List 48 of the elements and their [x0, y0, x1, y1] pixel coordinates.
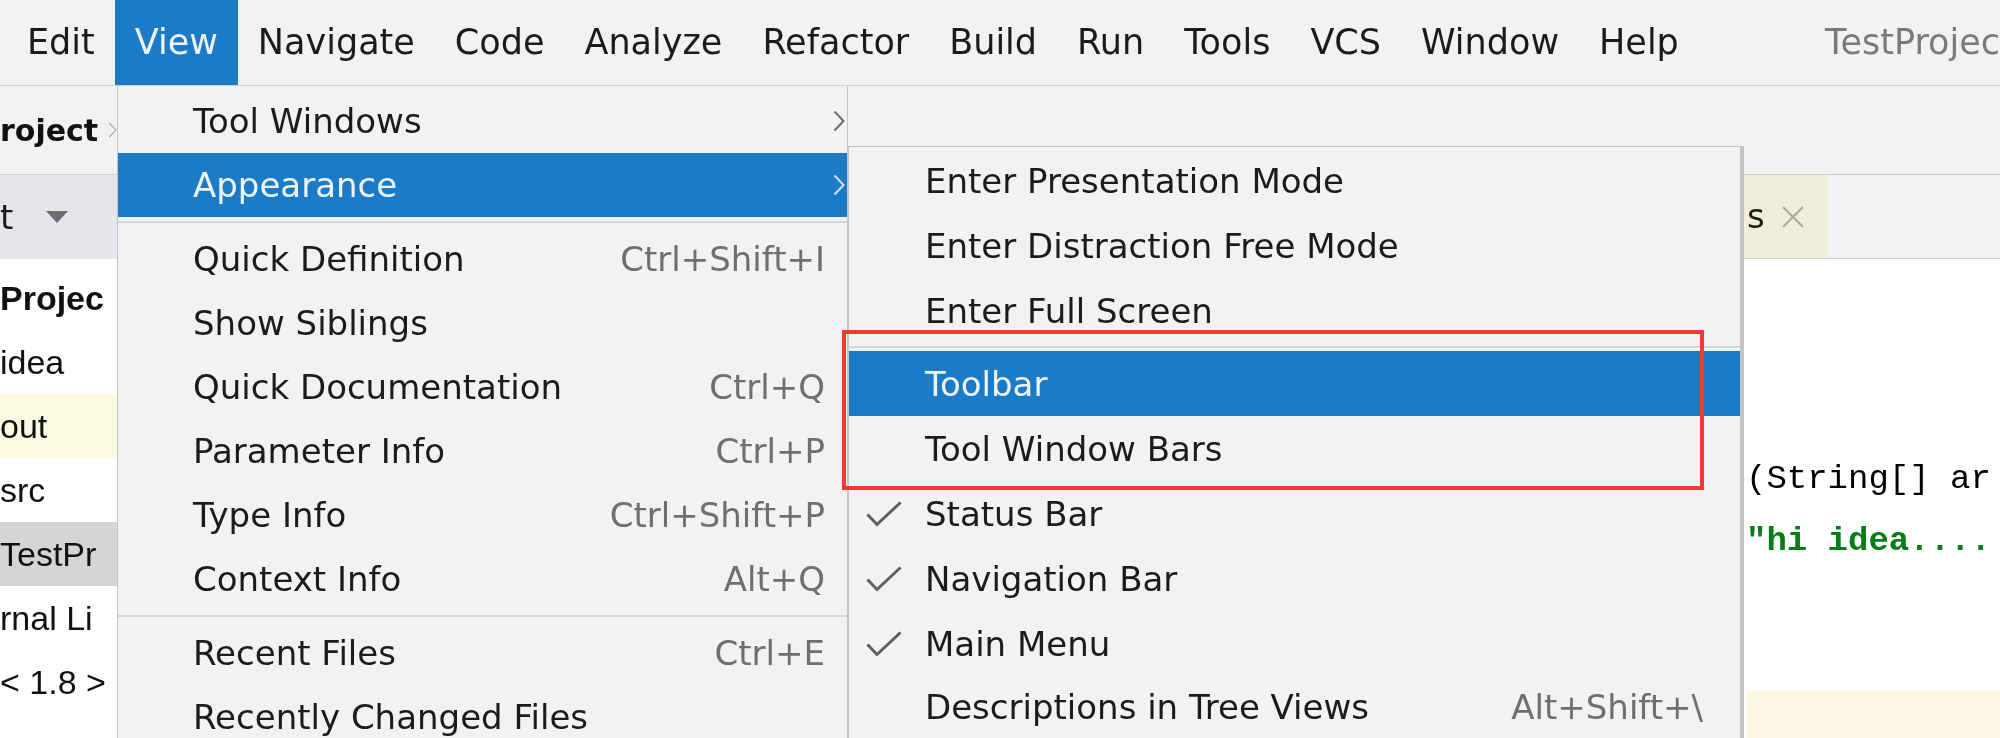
code-line: "hi idea.... — [1746, 521, 1992, 561]
shortcut-text: Ctrl+Q — [709, 369, 825, 405]
menu-item[interactable]: Quick Definition Ctrl+Shift+I — [118, 227, 847, 291]
shortcut-text: Alt+Q — [723, 561, 825, 597]
menu-bar-item[interactable]: Edit — [7, 0, 115, 85]
menu-bar-item[interactable]: View — [114, 0, 238, 85]
menu-item[interactable]: Descriptions in Tree Views Alt+Shift+\ — [849, 676, 1740, 738]
code-line: (String[] ar — [1746, 459, 1992, 499]
menu-item[interactable]: Recent Files Ctrl+E — [118, 621, 847, 685]
menu-item[interactable]: Type Info Ctrl+Shift+P — [118, 483, 847, 547]
shortcut-text: Alt+Shift+\ — [1511, 689, 1703, 725]
menu-bar-item[interactable]: VCS — [1290, 0, 1401, 85]
menu-item[interactable]: Toolbar — [849, 351, 1740, 416]
menu-item[interactable]: Appearance — [118, 153, 847, 217]
menu-item[interactable]: Show Siblings — [118, 291, 847, 355]
caret-down-icon[interactable] — [46, 211, 69, 223]
menu-item[interactable]: Parameter Info Ctrl+P — [118, 419, 847, 483]
tree-item[interactable]: out — [0, 394, 117, 458]
shortcut-text: Ctrl+E — [714, 635, 825, 671]
menu-bar-item[interactable]: Build — [929, 0, 1058, 85]
menu-item[interactable]: Quick Documentation Ctrl+Q — [118, 355, 847, 419]
chevron-right-icon — [108, 121, 118, 139]
menu-item[interactable]: Recently Changed Files — [118, 685, 847, 738]
menu-item[interactable]: Main Menu — [849, 611, 1740, 676]
menu-bar-item[interactable]: Help — [1579, 0, 1699, 85]
shortcut-text: Ctrl+P — [715, 433, 825, 469]
menu-bar-item[interactable]: Tools — [1164, 0, 1291, 85]
menu-bar-item[interactable]: Navigate — [237, 0, 435, 85]
menu-bar-item[interactable]: Run — [1057, 0, 1165, 85]
menu-item[interactable]: Context Info Alt+Q — [118, 547, 847, 611]
menu-bar-item[interactable]: Window — [1401, 0, 1580, 85]
menu-item[interactable]: Navigation Bar — [849, 546, 1740, 611]
shortcut-text: Ctrl+Shift+P — [609, 497, 825, 533]
window-title: TestProjec — [1825, 21, 2000, 65]
tree-item[interactable]: TestPr — [0, 522, 117, 586]
menu-bar-item[interactable]: Analyze — [564, 0, 743, 85]
menu-item[interactable]: Status Bar — [849, 481, 1740, 546]
editor-tab[interactable]: s — [1744, 175, 1828, 258]
panel-title[interactable]: t — [0, 197, 14, 237]
shortcut-text: Ctrl+Shift+I — [620, 241, 825, 277]
menu-item[interactable]: Enter Full Screen — [849, 278, 1740, 343]
menu-bar-item[interactable]: Code — [434, 0, 565, 85]
menu-item[interactable]: Tool Window Bars — [849, 416, 1740, 481]
menu-item[interactable]: Enter Distraction Free Mode — [849, 213, 1740, 278]
breadcrumb-item[interactable]: roject — [0, 107, 99, 153]
menu-bar-item[interactable]: Refactor — [742, 0, 930, 85]
menu-item[interactable]: Tool Windows — [118, 89, 847, 153]
menu-item[interactable]: Enter Presentation Mode — [849, 148, 1740, 213]
